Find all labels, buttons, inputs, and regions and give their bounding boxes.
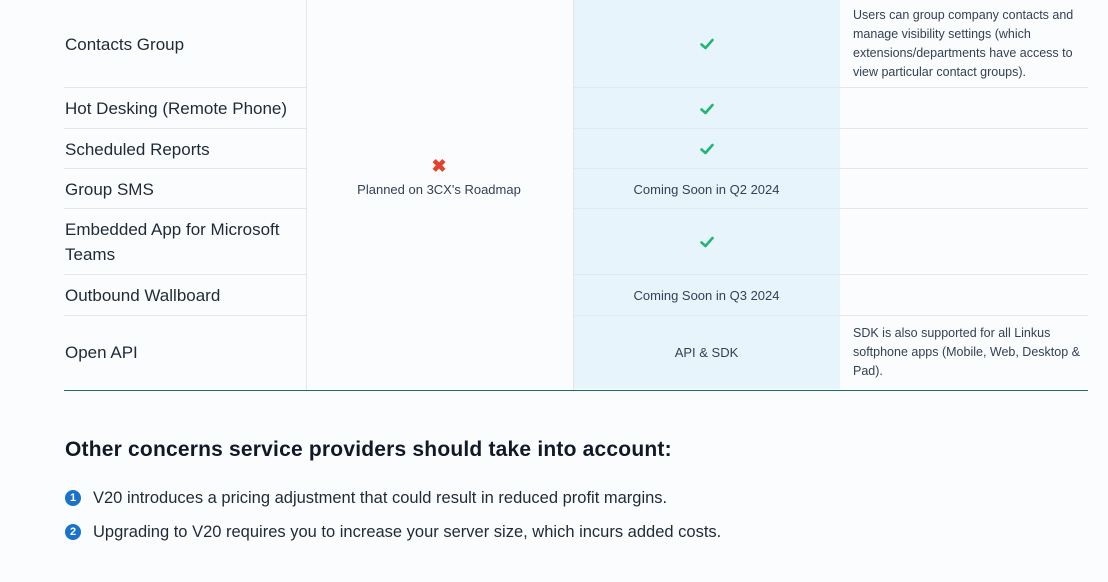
table-row: Hot Desking (Remote Phone) xyxy=(64,88,1088,129)
cross-icon: ✖ xyxy=(431,156,447,176)
list-item: 1 V20 introduces a pricing adjustment th… xyxy=(65,487,721,509)
feature-note: Users can group company contacts and man… xyxy=(853,8,1074,79)
feature-support-cell: Coming Soon in Q2 2024 xyxy=(633,181,780,197)
feature-support-cell xyxy=(573,129,840,169)
table-row: Contacts Group Users can group company c… xyxy=(64,0,1088,88)
feature-support-cell xyxy=(573,209,840,275)
table-row: Open API API & SDK SDK is also supported… xyxy=(64,316,1088,389)
feature-name: Hot Desking (Remote Phone) xyxy=(65,99,288,118)
roadmap-text: Planned on 3CX's Roadmap xyxy=(357,182,521,197)
feature-name: Outbound Wallboard xyxy=(65,286,221,305)
feature-support-cell xyxy=(573,0,840,88)
list-item: 2 Upgrading to V20 requires you to incre… xyxy=(65,521,721,543)
feature-comparison-table: Contacts Group Users can group company c… xyxy=(64,0,1088,391)
feature-support-cell xyxy=(573,88,840,129)
feature-name: Scheduled Reports xyxy=(65,139,210,159)
check-icon xyxy=(699,103,714,114)
feature-name: Open API xyxy=(65,343,138,362)
feature-name: Group SMS xyxy=(65,179,154,199)
section-heading: Other concerns service providers should … xyxy=(65,438,672,461)
check-icon xyxy=(699,236,714,248)
feature-note: SDK is also supported for all Linkus sof… xyxy=(853,326,1080,378)
roadmap-cell: ✖ Planned on 3CX's Roadmap xyxy=(306,156,572,197)
feature-support-cell: Coming Soon in Q3 2024 xyxy=(633,288,780,303)
feature-support-cell: API & SDK xyxy=(674,345,739,360)
list-item-text: Upgrading to V20 requires you to increas… xyxy=(93,522,722,541)
number-badge-icon: 1 xyxy=(65,490,81,506)
table-row: Scheduled Reports xyxy=(64,129,1088,169)
table-row: Outbound Wallboard Coming Soon in Q3 202… xyxy=(64,275,1088,316)
list-item-text: V20 introduces a pricing adjustment that… xyxy=(93,488,668,507)
feature-name: Contacts Group xyxy=(65,34,185,54)
number-badge-icon: 2 xyxy=(65,524,81,540)
feature-name: Embedded App for Microsoft Teams xyxy=(65,220,280,264)
concerns-list: 1 V20 introduces a pricing adjustment th… xyxy=(65,487,721,555)
check-icon xyxy=(699,38,714,50)
table-row: Embedded App for Microsoft Teams xyxy=(64,209,1088,275)
check-icon xyxy=(699,143,714,155)
table-row: Group SMS Coming Soon in Q2 2024 xyxy=(64,169,1088,209)
